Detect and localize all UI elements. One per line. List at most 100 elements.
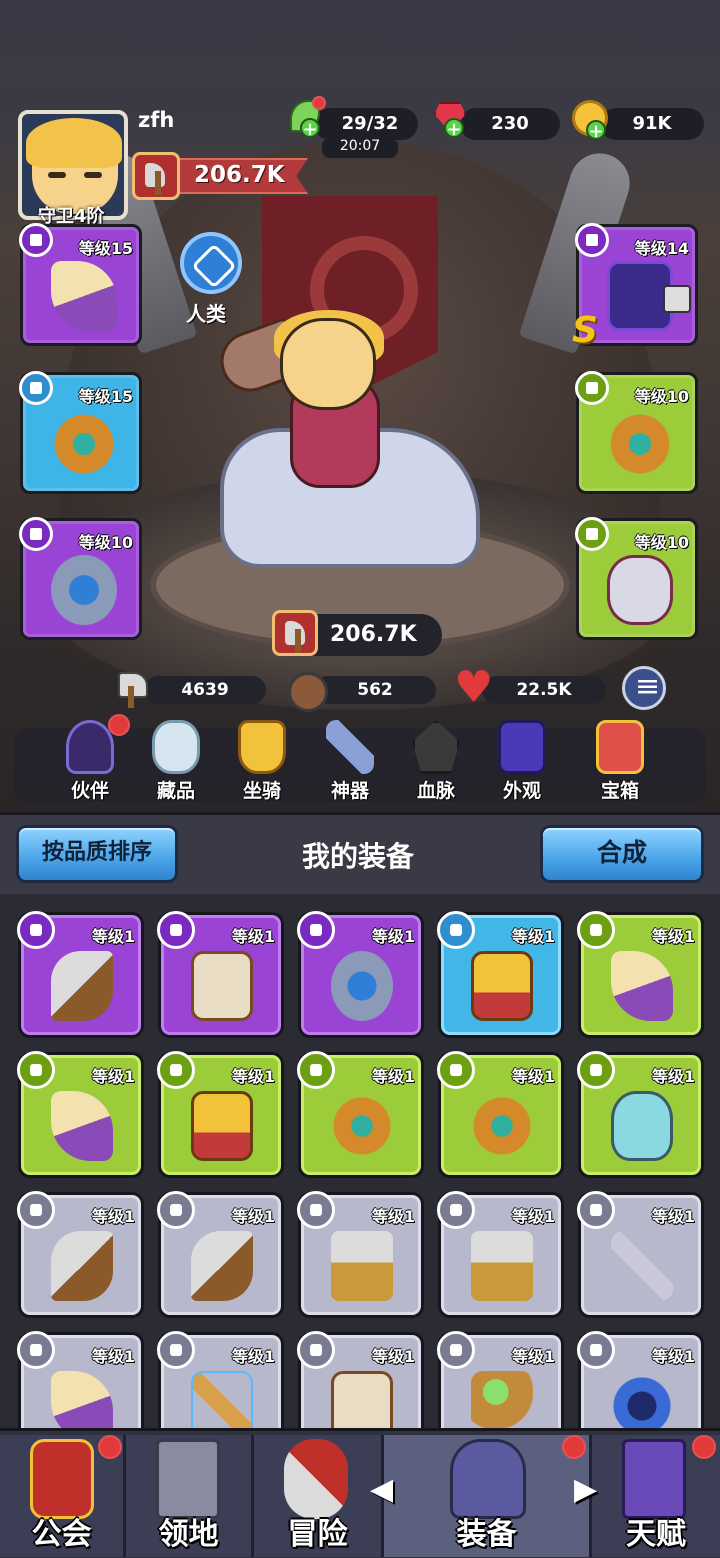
attack-icon — [112, 668, 154, 710]
equipment-item[interactable]: 等级1 — [577, 911, 704, 1038]
horn-icon — [51, 1371, 113, 1428]
ring-icon — [471, 1091, 533, 1161]
equipment-item[interactable]: 等级1 — [157, 911, 284, 1038]
category-icon — [577, 1331, 615, 1369]
equipment-item[interactable]: 等级1 — [437, 911, 564, 1038]
category-icon — [437, 911, 475, 949]
item-level: 等级1 — [371, 1347, 415, 1366]
nav-equipment[interactable]: 装备 — [384, 1435, 592, 1557]
item-level: 等级1 — [91, 927, 135, 946]
avatar-hair — [26, 118, 122, 168]
category-icon — [17, 1051, 55, 1089]
add-gold-icon[interactable]: + — [586, 120, 606, 141]
hero-power-value: 206.7K — [330, 622, 417, 647]
equip-slot-ring-2[interactable]: 等级10 — [575, 371, 698, 494]
equipment-item[interactable]: 等级1 — [17, 911, 144, 1038]
mount-icon — [238, 720, 286, 774]
bag-header: 按品质排序 我的装备 合成 — [0, 812, 720, 894]
equipment-item[interactable]: 等级1 — [437, 1331, 564, 1428]
race-icon[interactable] — [180, 232, 242, 294]
feature-artifact[interactable]: 神器 — [310, 720, 390, 806]
stats-detail-icon[interactable] — [622, 666, 666, 710]
darkring-icon — [611, 1371, 673, 1428]
castle-icon — [156, 1439, 220, 1519]
chevron-left-icon[interactable]: ◀ — [370, 1472, 393, 1507]
axe-icon — [51, 1231, 113, 1301]
axe-icon — [51, 951, 113, 1021]
equipment-item[interactable]: 等级1 — [437, 1051, 564, 1178]
category-icon — [297, 911, 335, 949]
add-gem-icon[interactable]: + — [444, 118, 464, 139]
attack-value: 4639 — [181, 680, 229, 700]
feature-mount[interactable]: 坐骑 — [222, 720, 302, 806]
amulet-category-icon — [19, 517, 53, 551]
feature-collection[interactable]: 藏品 — [136, 720, 216, 806]
bloodline-icon — [412, 720, 460, 774]
item-level: 等级1 — [231, 927, 275, 946]
notification-dot — [98, 1435, 122, 1459]
add-energy-icon[interactable]: + — [300, 118, 320, 139]
sort-by-quality-button[interactable]: 按品质排序 — [16, 825, 178, 883]
notification-dot — [108, 714, 130, 736]
equipment-item[interactable]: 等级1 — [577, 1331, 704, 1428]
item-level: 等级1 — [511, 1207, 555, 1226]
equipment-item[interactable]: 等级1 — [157, 1191, 284, 1318]
player-power-value: 206.7K — [194, 162, 285, 188]
nav-label: 装备 — [456, 1517, 517, 1552]
nav-territory[interactable]: 领地 — [126, 1435, 254, 1557]
amulet-icon — [331, 951, 393, 1021]
equip-slot-amulet-2[interactable]: 等级10 — [575, 517, 698, 640]
grade-badge: S — [572, 310, 598, 351]
player-name: zfh — [138, 108, 175, 132]
feature-appearance[interactable]: 外观 — [482, 720, 562, 806]
equipment-item[interactable]: 等级1 — [157, 1051, 284, 1178]
lock-icon — [663, 285, 691, 313]
gem-counter[interactable]: 230 — [460, 108, 560, 140]
equipment-item[interactable]: 等级1 — [297, 1051, 424, 1178]
axe-icon — [191, 1231, 253, 1301]
ring-category-icon — [19, 371, 53, 405]
combine-button[interactable]: 合成 — [540, 825, 704, 883]
feature-label: 坐骑 — [242, 780, 281, 802]
mask-icon — [611, 1091, 673, 1161]
equipment-item[interactable]: 等级1 — [17, 1191, 144, 1318]
attack-stat: 4639 — [144, 676, 266, 704]
equipment-item[interactable]: 等级1 — [577, 1051, 704, 1178]
hero-head — [280, 318, 376, 410]
equip-slot-amulet[interactable]: 等级10 — [19, 517, 142, 640]
equipment-item[interactable]: 等级1 — [437, 1191, 564, 1318]
category-icon — [577, 911, 615, 949]
nav-talent[interactable]: 天赋 — [592, 1435, 720, 1557]
ring-icon — [331, 1091, 393, 1161]
equipment-item[interactable]: 等级1 — [297, 1191, 424, 1318]
armor-icon — [191, 951, 253, 1021]
nav-guild[interactable]: 公会 — [0, 1435, 126, 1557]
weapon-category-icon — [19, 223, 53, 257]
gold-counter[interactable]: 91K — [600, 108, 704, 140]
equipment-item[interactable]: 等级1 — [17, 1051, 144, 1178]
notification-dot — [562, 1435, 586, 1459]
item-level: 等级1 — [91, 1347, 135, 1366]
category-icon — [297, 1331, 335, 1369]
feature-bloodline[interactable]: 血脉 — [396, 720, 476, 806]
equip-slot-ring[interactable]: 等级15 — [19, 371, 142, 494]
feature-chest[interactable]: 宝箱 — [580, 720, 660, 806]
chevron-right-icon[interactable]: ▶ — [574, 1472, 597, 1507]
goldarmor-icon — [191, 1091, 253, 1161]
equipment-item[interactable]: 等级1 — [577, 1191, 704, 1318]
category-icon — [437, 1191, 475, 1229]
gold-value: 91K — [632, 113, 672, 134]
equip-slot-weapon[interactable]: 等级15 — [19, 223, 142, 346]
item-level: 等级1 — [371, 1207, 415, 1226]
category-icon — [437, 1051, 475, 1089]
hammer-icon — [471, 1231, 533, 1301]
category-icon — [577, 1191, 615, 1229]
feature-label: 血脉 — [416, 780, 455, 802]
equipment-item[interactable]: 等级1 — [157, 1331, 284, 1428]
equipment-item[interactable]: 等级1 — [297, 911, 424, 1038]
feature-partner[interactable]: 伙伴 — [50, 714, 130, 806]
equipment-item[interactable]: 等级1 — [17, 1331, 144, 1428]
nav-adventure[interactable]: 冒险 — [254, 1435, 384, 1557]
item-level: 等级1 — [511, 1067, 555, 1086]
equipment-item[interactable]: 等级1 — [297, 1331, 424, 1428]
